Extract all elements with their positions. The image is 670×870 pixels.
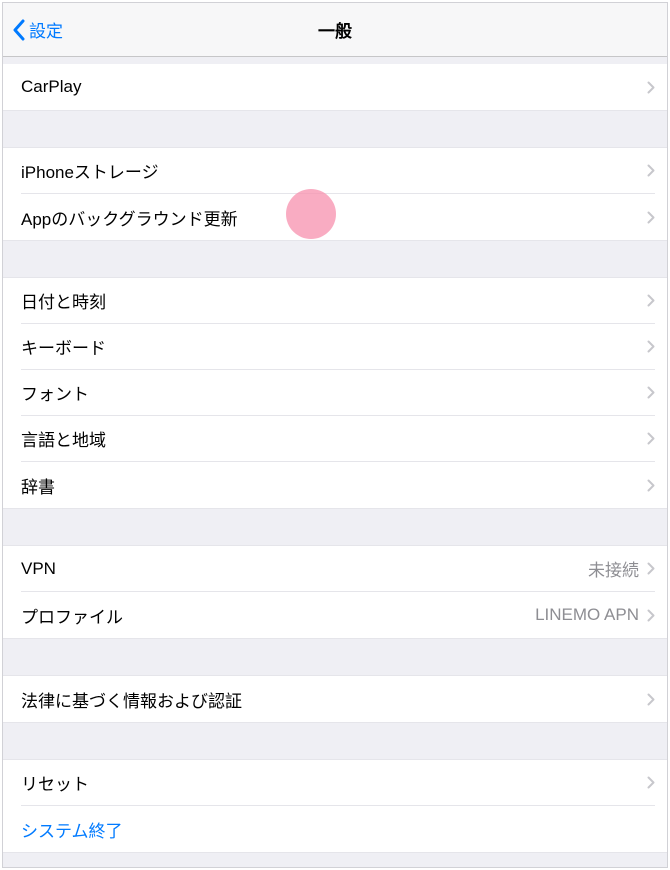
back-button[interactable]: 設定 (3, 17, 63, 42)
spacer (3, 241, 667, 277)
settings-section: 法律に基づく情報および認証 (3, 675, 667, 723)
settings-section: VPN未接続プロファイルLINEMO APN (3, 545, 667, 639)
chevron-right-icon (647, 81, 655, 94)
row-detail: LINEMO APN (535, 605, 639, 625)
row-inner: システム終了 (21, 806, 655, 852)
spacer (3, 853, 667, 860)
settings-row[interactable]: システム終了 (3, 806, 667, 852)
chevron-right-icon (647, 693, 655, 706)
settings-row[interactable]: Appのバックグラウンド更新 (3, 194, 667, 240)
row-label: 言語と地域 (21, 426, 647, 451)
row-label: 日付と時刻 (21, 288, 647, 313)
spacer (3, 723, 667, 759)
chevron-right-icon (647, 562, 655, 575)
row-inner: CarPlay (21, 64, 655, 110)
spacer (3, 639, 667, 675)
chevron-right-icon (647, 776, 655, 789)
spacer (3, 111, 667, 147)
content-scroll[interactable]: CarPlay iPhoneストレージ Appのバックグラウンド更新日付と時刻キーボ… (3, 57, 667, 867)
settings-section: iPhoneストレージ Appのバックグラウンド更新 (3, 147, 667, 241)
row-inner: フォント (21, 370, 655, 416)
row-label: フォント (21, 380, 647, 405)
row-inner: 言語と地域 (21, 416, 655, 462)
row-label: 辞書 (21, 473, 647, 498)
row-inner: 日付と時刻 (21, 278, 655, 324)
settings-row[interactable]: 法律に基づく情報および認証 (3, 676, 667, 722)
spacer (3, 509, 667, 545)
page-title: 一般 (318, 17, 352, 42)
navigation-bar: 設定 一般 (3, 3, 667, 57)
row-detail: 未接続 (588, 556, 639, 581)
settings-row[interactable]: 日付と時刻 (3, 278, 667, 324)
row-label: Appのバックグラウンド更新 (21, 205, 647, 230)
chevron-right-icon (647, 609, 655, 622)
row-label: VPN (21, 559, 588, 579)
row-inner: キーボード (21, 324, 655, 370)
settings-row[interactable]: フォント (3, 370, 667, 416)
settings-section: 日付と時刻キーボードフォント言語と地域辞書 (3, 277, 667, 509)
chevron-right-icon (647, 432, 655, 445)
back-label: 設定 (29, 17, 63, 42)
row-inner: iPhoneストレージ (21, 148, 655, 194)
chevron-right-icon (647, 479, 655, 492)
settings-row[interactable]: キーボード (3, 324, 667, 370)
spacer (3, 57, 667, 64)
settings-row[interactable]: iPhoneストレージ (3, 148, 667, 194)
settings-row[interactable]: VPN未接続 (3, 546, 667, 592)
settings-section: CarPlay (3, 64, 667, 111)
phone-inner: 設定 一般 CarPlayiPhoneストレージAppのバックグラウンド更新日付… (2, 2, 668, 868)
chevron-right-icon (647, 386, 655, 399)
row-inner: 辞書 (21, 462, 655, 508)
settings-row[interactable]: リセット (3, 760, 667, 806)
row-label: リセット (21, 770, 647, 795)
chevron-right-icon (647, 294, 655, 307)
row-label: CarPlay (21, 77, 647, 97)
row-inner: プロファイルLINEMO APN (21, 592, 655, 638)
settings-row[interactable]: 言語と地域 (3, 416, 667, 462)
settings-row[interactable]: プロファイルLINEMO APN (3, 592, 667, 638)
row-label: システム終了 (21, 817, 655, 842)
row-inner: Appのバックグラウンド更新 (21, 194, 655, 240)
row-label: プロファイル (21, 603, 535, 628)
chevron-right-icon (647, 164, 655, 177)
chevron-right-icon (647, 211, 655, 224)
settings-section: リセットシステム終了 (3, 759, 667, 853)
row-inner: 法律に基づく情報および認証 (21, 676, 655, 722)
row-label: 法律に基づく情報および認証 (21, 687, 647, 712)
chevron-right-icon (647, 340, 655, 353)
row-inner: VPN未接続 (21, 546, 655, 592)
settings-row[interactable]: CarPlay (3, 64, 667, 110)
settings-row[interactable]: 辞書 (3, 462, 667, 508)
phone-frame: 設定 一般 CarPlayiPhoneストレージAppのバックグラウンド更新日付… (0, 0, 670, 870)
chevron-left-icon (12, 19, 25, 41)
row-label: キーボード (21, 334, 647, 359)
row-label: iPhoneストレージ (21, 158, 647, 183)
row-inner: リセット (21, 760, 655, 806)
